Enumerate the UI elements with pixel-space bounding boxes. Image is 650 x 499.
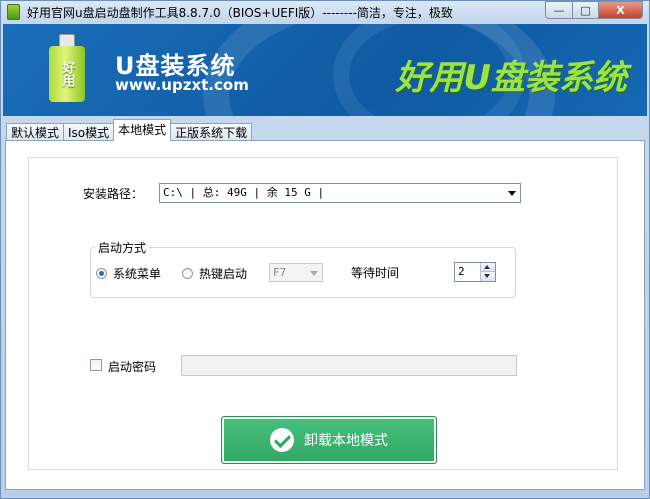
mode-tabs: 默认模式 Iso模式 本地模式 正版系统下载 (6, 119, 253, 141)
chevron-down-icon (310, 271, 318, 276)
wait-time-label: 等待时间 (351, 266, 400, 280)
usb-drive-logo-icon: 好用 (49, 34, 85, 102)
header-banner: 好用 U盘装系统 www.upzxt.com 好用U盘装系统 (3, 24, 647, 116)
tab-default-mode[interactable]: 默认模式 (6, 123, 65, 141)
stepper-up-icon[interactable] (481, 263, 495, 272)
boot-password-checkbox[interactable] (90, 359, 102, 371)
stepper-buttons (480, 263, 495, 281)
install-path-value: C:\ | 总: 49G | 余 15 G | (163, 186, 325, 199)
tab-iso-mode[interactable]: Iso模式 (63, 123, 115, 141)
boot-mode-title: 启动方式 (95, 239, 150, 256)
wait-time-stepper[interactable]: 2 (454, 262, 496, 282)
wait-time-value: 2 (458, 265, 465, 278)
window-title: 好用官网u盘启动盘制作工具8.8.7.0（BIOS+UEFI版）--------… (27, 6, 453, 20)
chevron-down-icon (508, 191, 516, 196)
window-controls: — □ X (545, 1, 643, 19)
hotkey-value: F7 (273, 266, 287, 279)
banner-slogan: 好用U盘装系统 (395, 58, 627, 98)
minimize-button[interactable]: — (545, 1, 573, 19)
stepper-down-icon[interactable] (481, 272, 495, 281)
radio-hotkey-boot-label: 热键启动 (199, 267, 248, 281)
radio-system-menu-label: 系统菜单 (113, 267, 162, 281)
radio-hotkey-boot[interactable] (182, 268, 193, 279)
maximize-icon: □ (580, 3, 591, 17)
title-bar[interactable]: 好用官网u盘启动盘制作工具8.8.7.0（BIOS+UEFI版）--------… (1, 1, 649, 23)
tab-genuine-system-download[interactable]: 正版系统下载 (170, 123, 253, 141)
close-icon: X (616, 3, 625, 17)
install-path-label: 安装路径： (83, 187, 144, 201)
boot-password-input[interactable] (181, 355, 517, 376)
radio-system-menu[interactable] (96, 268, 107, 279)
brand-url: www.upzxt.com (115, 76, 249, 94)
close-button[interactable]: X (599, 1, 643, 19)
maximize-button[interactable]: □ (573, 1, 599, 19)
checkmark-icon (270, 428, 294, 452)
uninstall-button-label: 卸载本地模式 (304, 433, 388, 449)
boot-password-label: 启动密码 (108, 360, 157, 374)
main-window: 好用官网u盘启动盘制作工具8.8.7.0（BIOS+UEFI版）--------… (0, 0, 650, 499)
install-path-select[interactable]: C:\ | 总: 49G | 余 15 G | (159, 183, 521, 203)
tab-local-mode[interactable]: 本地模式 (113, 119, 172, 141)
uninstall-local-mode-button[interactable]: 卸载本地模式 (221, 416, 437, 464)
minimize-icon: — (553, 3, 565, 17)
hotkey-select[interactable]: F7 (269, 263, 323, 282)
logo-text: 好用 (59, 61, 75, 87)
usb-body: 好用 (49, 46, 85, 102)
usb-app-icon (7, 4, 20, 20)
